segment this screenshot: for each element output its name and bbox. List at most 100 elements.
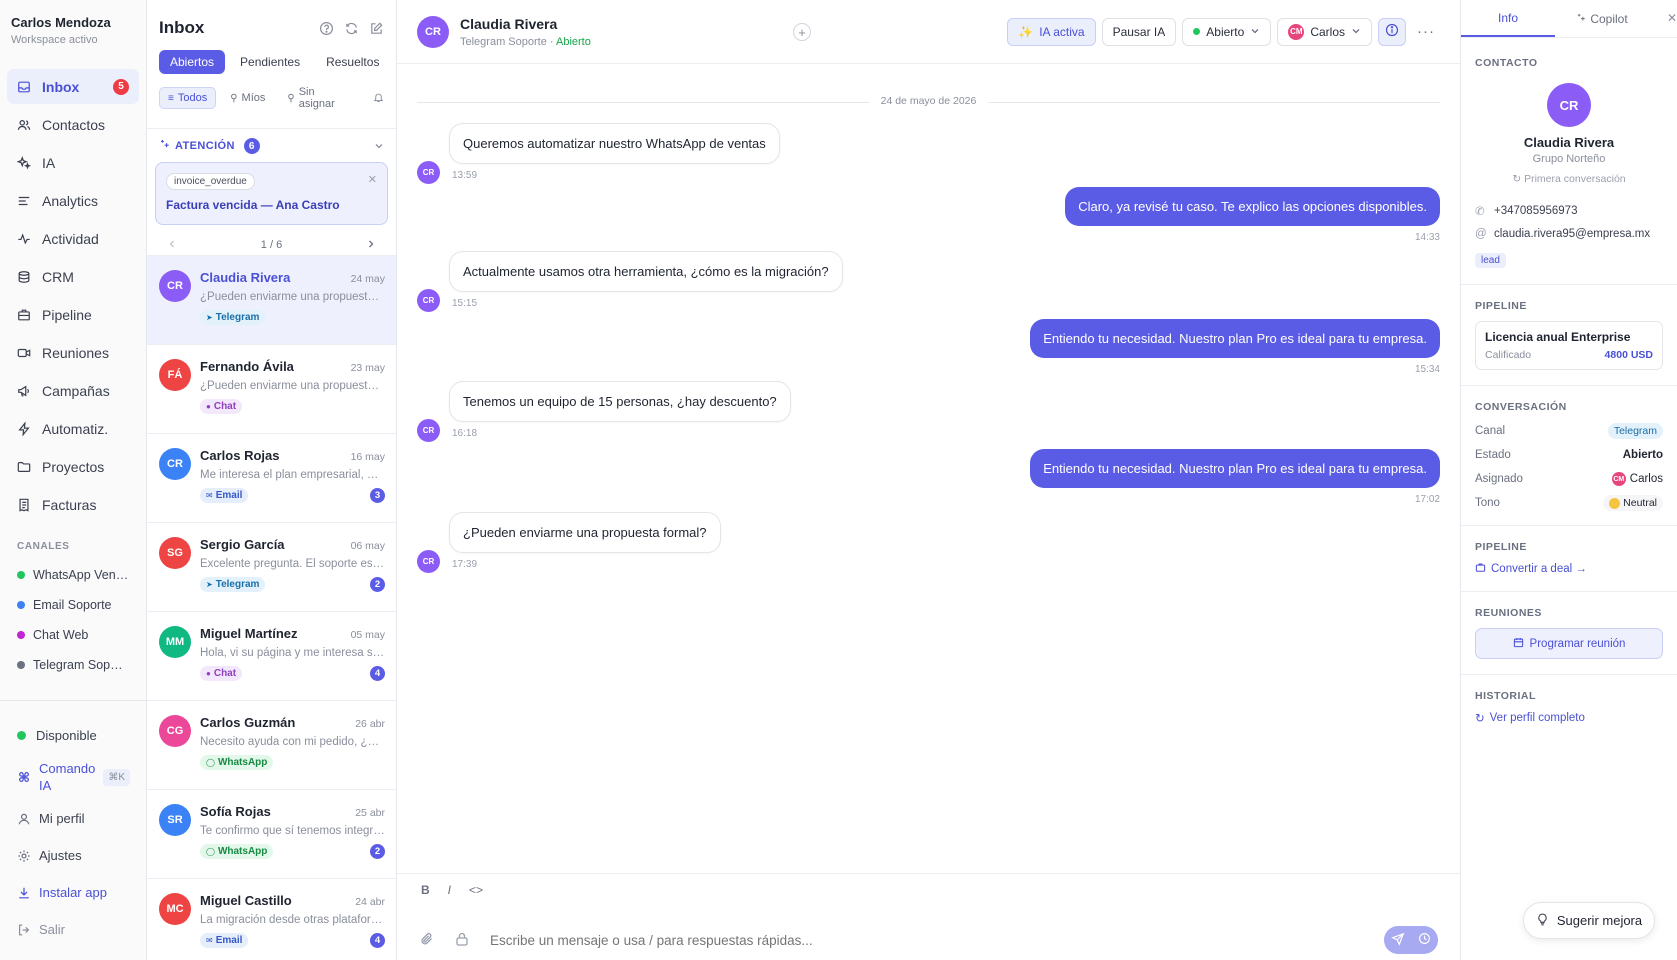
suggest-improvement-button[interactable]: Sugerir mejora bbox=[1523, 902, 1655, 939]
conversation-item[interactable]: SG Sergio García 06 may Excelente pregunta.… bbox=[147, 522, 396, 611]
contact-avatar[interactable]: CR bbox=[417, 15, 449, 48]
user-unassigned-icon: ⚲ bbox=[287, 92, 295, 104]
unread-count: 3 bbox=[370, 488, 385, 503]
bold-button[interactable]: B bbox=[421, 883, 430, 897]
filter-todos[interactable]: ≡ Todos bbox=[159, 87, 217, 109]
sidebar-item-ia[interactable]: IA bbox=[7, 145, 139, 180]
lightbulb-icon bbox=[1536, 913, 1549, 929]
conversation-item[interactable]: CR Carlos Rojas 16 may Me interesa el plan … bbox=[147, 433, 396, 522]
sidebar-item-analytics[interactable]: Analytics bbox=[7, 183, 139, 218]
message-input[interactable] bbox=[490, 932, 1384, 948]
conversation-preview: Me interesa el plan empresarial, ¿tienen… bbox=[200, 469, 385, 481]
schedule-send-icon[interactable] bbox=[1418, 932, 1431, 948]
message-bubble[interactable]: Claro, ya revisé tu caso. Te explico las… bbox=[1065, 187, 1440, 226]
channel-tag-label: WhatsApp bbox=[217, 846, 268, 857]
next-alert-icon[interactable] bbox=[366, 239, 376, 252]
channel-item[interactable]: Chat Web bbox=[0, 620, 146, 650]
lead-tag[interactable]: lead bbox=[1475, 253, 1506, 268]
install-label: Instalar app bbox=[39, 885, 107, 900]
message-bubble[interactable]: Entiendo tu necesidad. Nuestro plan Pro … bbox=[1030, 449, 1440, 488]
pause-ia-label: Pausar IA bbox=[1112, 24, 1166, 39]
sidebar-item-facturas[interactable]: Facturas bbox=[7, 487, 139, 522]
conversation-item[interactable]: CR Claudia Rivera 24 may ¿Pueden enviarme u… bbox=[147, 255, 396, 344]
command-icon bbox=[17, 770, 31, 784]
conversation-preview: Hola, vi su página y me interesa saber m… bbox=[200, 647, 385, 659]
deal-card[interactable]: Licencia anual Enterprise Calificado 4800… bbox=[1475, 321, 1663, 370]
send-button[interactable] bbox=[1384, 926, 1438, 954]
code-button[interactable]: <> bbox=[469, 883, 483, 897]
sidebar-item-inbox[interactable]: Inbox 5 bbox=[7, 69, 139, 104]
message-bubble[interactable]: ¿Pueden enviarme una propuesta formal? bbox=[449, 512, 721, 553]
assignee-value: Carlos bbox=[1629, 473, 1663, 485]
attention-header[interactable]: ATENCIÓN 6 bbox=[147, 128, 396, 154]
pause-ia-button[interactable]: Pausar IA bbox=[1101, 17, 1177, 46]
message-bubble[interactable]: Entiendo tu necesidad. Nuestro plan Pro … bbox=[1030, 319, 1440, 358]
status-select[interactable]: Abierto bbox=[1182, 17, 1272, 46]
sidebar-item-proyectos[interactable]: Proyectos bbox=[7, 449, 139, 484]
bell-icon[interactable] bbox=[373, 91, 384, 106]
conversation-item[interactable]: CG Carlos Guzmán 26 abr Necesito ayuda con … bbox=[147, 700, 396, 789]
add-participant-button[interactable]: + bbox=[793, 23, 811, 41]
panel-tab-copilot[interactable]: Copilot bbox=[1555, 0, 1649, 37]
contact-name[interactable]: Claudia Rivera bbox=[460, 16, 591, 32]
sidebar-item-campañas[interactable]: Campañas bbox=[7, 373, 139, 408]
more-options-icon[interactable]: ··· bbox=[1412, 23, 1440, 40]
conversation-item[interactable]: FÁ Fernando Ávila 23 may ¿Pueden enviarme u… bbox=[147, 344, 396, 433]
lock-icon[interactable] bbox=[454, 931, 470, 950]
view-profile-link[interactable]: ↻ Ver perfil completo bbox=[1475, 711, 1663, 725]
conversation-item[interactable]: MC Miguel Castillo 24 abr La migración desd… bbox=[147, 878, 396, 960]
ia-active-toggle[interactable]: ✨ IA activa bbox=[1007, 17, 1096, 46]
channel-item[interactable]: Telegram Sopor… bbox=[0, 650, 146, 680]
sidebar-item-automatiz[interactable]: Automatiz. bbox=[7, 411, 139, 446]
install-app-link[interactable]: Instalar app bbox=[0, 874, 147, 911]
panel-tab-info[interactable]: Info bbox=[1461, 0, 1555, 37]
sidebar-item-reuniones[interactable]: Reuniones bbox=[7, 335, 139, 370]
channel-item[interactable]: WhatsApp Vent… bbox=[0, 560, 146, 590]
tab-abiertos[interactable]: Abiertos bbox=[159, 50, 226, 74]
settings-link[interactable]: Ajustes bbox=[0, 837, 147, 874]
contact-section: CONTACTO CR Claudia Rivera Grupo Norteño… bbox=[1461, 38, 1677, 268]
message-bubble[interactable]: Tenemos un equipo de 15 personas, ¿hay d… bbox=[449, 381, 791, 422]
panel-contact-company: Grupo Norteño bbox=[1532, 153, 1606, 165]
conversation-item[interactable]: MM Miguel Martínez 05 may Hola, vi su págin… bbox=[147, 611, 396, 700]
user-icon bbox=[17, 812, 31, 826]
sidebar-item-crm[interactable]: CRM bbox=[7, 259, 139, 294]
sidebar-item-contactos[interactable]: Contactos bbox=[7, 107, 139, 142]
conversation-date: 25 abr bbox=[355, 807, 385, 819]
phone-row[interactable]: ✆ +347085956973 bbox=[1475, 199, 1663, 222]
prev-alert-icon[interactable] bbox=[167, 239, 177, 252]
message-bubble[interactable]: Queremos automatizar nuestro WhatsApp de… bbox=[449, 123, 780, 164]
profile-link[interactable]: Mi perfil bbox=[0, 800, 147, 837]
close-panel-icon[interactable]: ✕ bbox=[1667, 11, 1677, 25]
sidebar-item-actividad[interactable]: Actividad bbox=[7, 221, 139, 256]
attention-alert-card[interactable]: invoice_overdue Factura vencida — Ana Ca… bbox=[155, 162, 388, 225]
sidebar-item-pipeline[interactable]: Pipeline bbox=[7, 297, 139, 332]
info-toggle-button[interactable] bbox=[1378, 17, 1406, 46]
tab-resueltos[interactable]: Resueltos bbox=[315, 50, 390, 74]
schedule-meeting-button[interactable]: Programar reunión bbox=[1475, 628, 1663, 659]
help-icon[interactable] bbox=[318, 20, 334, 36]
compose-icon[interactable] bbox=[368, 20, 384, 36]
invoice-icon bbox=[17, 498, 31, 512]
logout-link[interactable]: Salir bbox=[0, 911, 147, 948]
close-icon[interactable]: ✕ bbox=[368, 173, 377, 186]
assignee-select[interactable]: CM Carlos bbox=[1277, 17, 1372, 46]
refresh-icon[interactable] bbox=[343, 20, 359, 36]
email-row[interactable]: @ claudia.rivera95@empresa.mx bbox=[1475, 222, 1663, 245]
workspace-header[interactable]: Carlos Mendoza Workspace activo bbox=[0, 0, 146, 46]
filter-míos[interactable]: ⚲ Míos bbox=[222, 88, 273, 108]
assignee-row[interactable]: Asignado CM Carlos bbox=[1475, 467, 1663, 491]
convert-to-deal-link[interactable]: Convertir a deal → bbox=[1475, 562, 1663, 576]
channel-item[interactable]: Email Soporte bbox=[0, 590, 146, 620]
conversation-item[interactable]: SR Sofía Rojas 25 abr Te confirmo que sí te… bbox=[147, 789, 396, 878]
chevron-down-icon[interactable] bbox=[374, 139, 384, 154]
filter-sin-asignar[interactable]: ⚲ Sin asignar bbox=[279, 82, 357, 114]
italic-button[interactable]: I bbox=[448, 883, 451, 897]
attachment-icon[interactable] bbox=[419, 931, 435, 950]
tab-pendientes[interactable]: Pendientes bbox=[229, 50, 311, 74]
message-bubble[interactable]: Actualmente usamos otra herramienta, ¿có… bbox=[449, 251, 843, 292]
channel-tag: ➤ Telegram bbox=[200, 310, 266, 325]
availability-toggle[interactable]: Disponible bbox=[0, 717, 147, 754]
channel-tag-label: Chat bbox=[213, 401, 237, 412]
command-ia-button[interactable]: Comando IA ⌘K bbox=[0, 754, 147, 800]
